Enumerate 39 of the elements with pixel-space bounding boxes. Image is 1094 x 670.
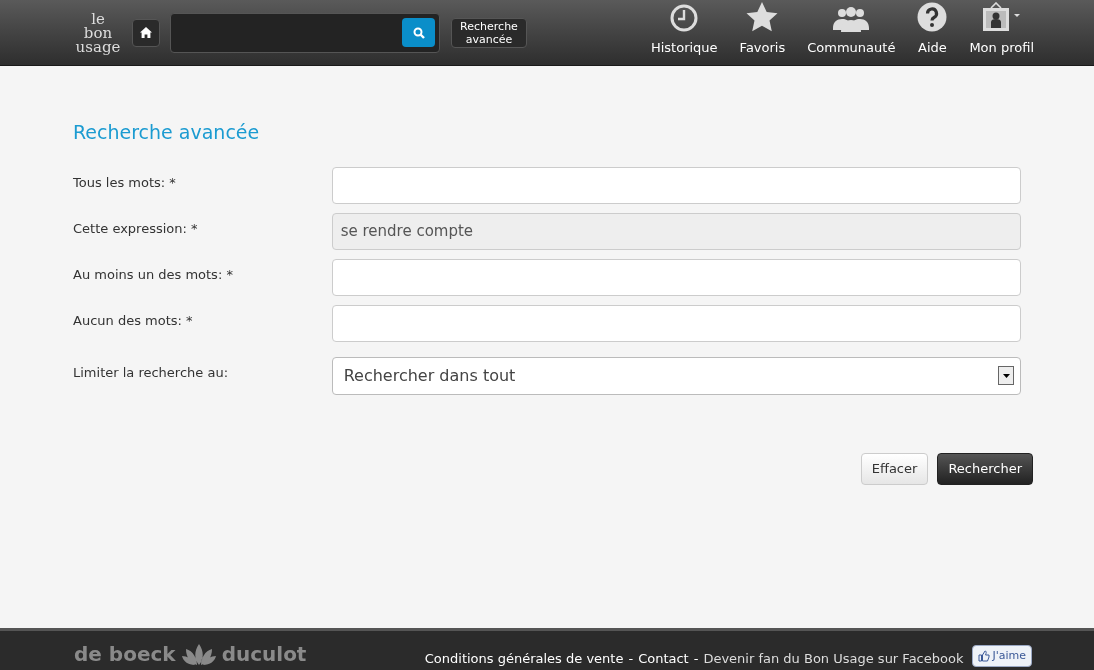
input-field[interactable] <box>331 166 1021 204</box>
like-button[interactable]: J'aime <box>972 645 1032 667</box>
search-button[interactable] <box>402 18 435 47</box>
page-title: Recherche avancée <box>73 120 261 145</box>
advanced-search-button[interactable]: Recherche avancée <box>451 17 527 48</box>
help-icon <box>917 1 948 32</box>
input-field[interactable] <box>331 258 1021 296</box>
field-label: Au moins un des mots: * <box>73 265 234 284</box>
footer-link[interactable]: Conditions générales de vente <box>424 651 624 667</box>
profile-card-icon <box>981 1 1022 32</box>
link-separator: - <box>693 651 699 667</box>
people-icon <box>833 5 870 32</box>
search-field[interactable] <box>170 12 440 53</box>
search-button[interactable]: Rechercher <box>937 452 1033 485</box>
input-field[interactable] <box>331 304 1021 342</box>
field-label: Cette expression: * <box>73 219 199 238</box>
home-button[interactable] <box>132 18 160 47</box>
footer-link[interactable]: Contact <box>638 651 689 667</box>
footer-link[interactable]: Devenir fan du Bon Usage sur Facebook <box>703 651 964 667</box>
dropdown[interactable]: Rechercher dans tout <box>331 356 1021 395</box>
nav-item[interactable]: Historique <box>650 3 718 57</box>
leaf-icon <box>181 643 216 665</box>
field-label: Tous les mots: * <box>73 173 177 192</box>
clock-icon <box>670 3 699 32</box>
nav-item[interactable]: Favoris <box>739 1 786 57</box>
star-icon <box>746 1 779 32</box>
clear-button[interactable]: Effacer <box>860 452 929 485</box>
home-icon <box>140 27 152 38</box>
brand-name: de boeck <box>74 641 176 668</box>
nav-item[interactable]: Mon profil <box>969 1 1034 57</box>
search-icon <box>412 26 425 39</box>
thumbs-up-icon <box>978 650 991 662</box>
brand-name: duculot <box>221 641 307 668</box>
logo[interactable]: le bon usage <box>74 2 122 63</box>
field-label: Aucun des mots: * <box>73 311 194 330</box>
nav-item[interactable]: Communauté <box>807 5 896 57</box>
link-separator: - <box>628 651 634 667</box>
field-label: Limiter la recherche au: <box>73 363 230 382</box>
nav-item[interactable]: Aide <box>917 1 948 57</box>
